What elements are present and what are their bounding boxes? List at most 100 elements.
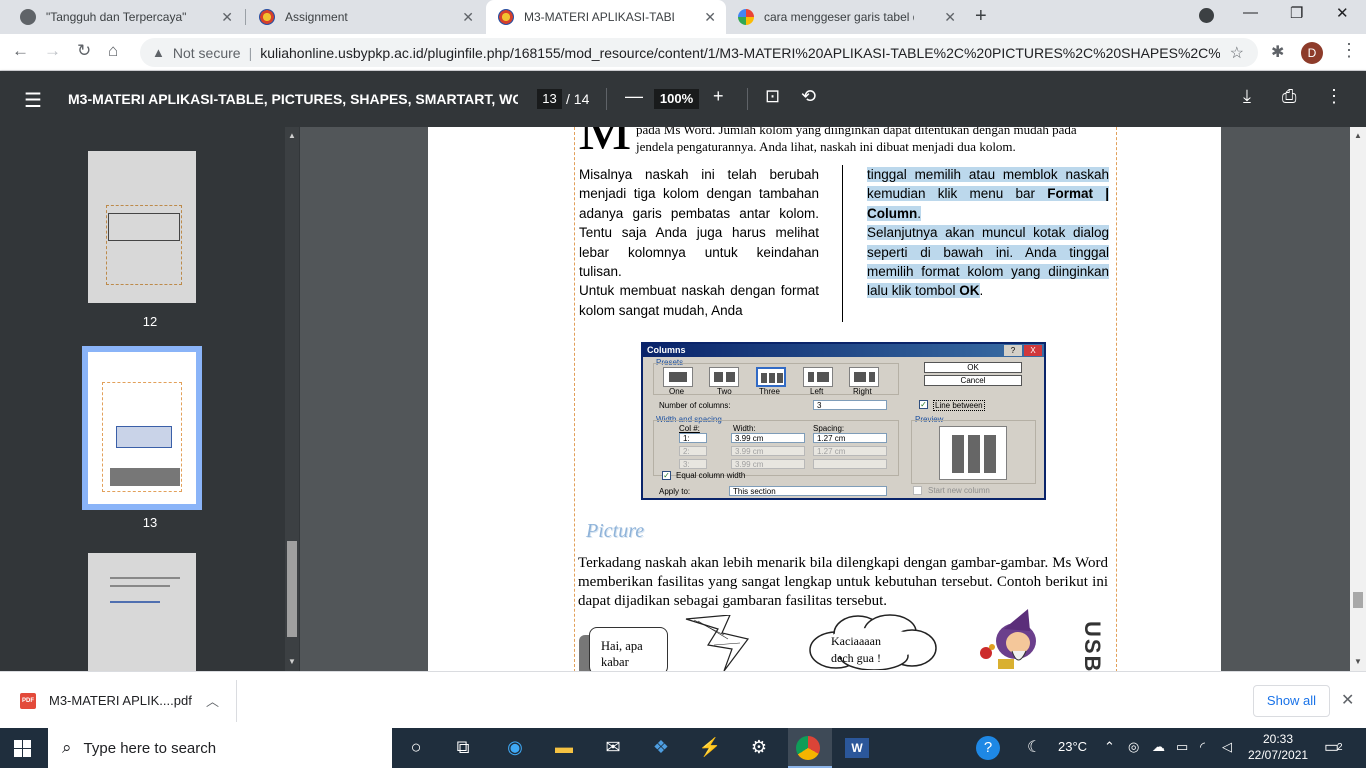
- chevron-up-icon[interactable]: ︿: [206, 691, 219, 710]
- cortana-icon[interactable]: ○: [403, 737, 429, 758]
- page-scrollbar-thumb[interactable]: [1353, 592, 1363, 608]
- spacing-header: Spacing:: [813, 424, 845, 433]
- forward-icon[interactable]: →: [44, 41, 61, 61]
- column-divider: [842, 165, 843, 322]
- warning-icon[interactable]: ▲: [152, 45, 165, 60]
- apply-to-select: This section: [729, 486, 887, 496]
- start-new-column-label: Start new column: [928, 486, 990, 495]
- taskbar-search[interactable]: ⌕ Type here to search: [48, 728, 392, 768]
- picture-paragraph: Terkadang naskah akan lebih menarik bila…: [578, 555, 1108, 609]
- columns-dialog-image: Columns ? X Presets One Two Three Left R…: [641, 342, 1046, 500]
- show-all-button[interactable]: Show all: [1253, 685, 1330, 717]
- sidebar-scrollbar-thumb[interactable]: [287, 541, 297, 637]
- print-icon[interactable]: ⎙: [1282, 86, 1296, 107]
- file-explorer-icon[interactable]: ▬: [551, 737, 577, 758]
- home-icon[interactable]: ⌂: [108, 41, 118, 61]
- preset-label: Three: [759, 387, 780, 396]
- num-columns-label: Number of columns:: [659, 401, 731, 410]
- page-number-input[interactable]: 13: [537, 89, 562, 109]
- download-item[interactable]: M3-MATERI APLIK....pdf: [49, 693, 192, 708]
- thumbnail-page-13[interactable]: [88, 352, 196, 504]
- spacing-field: 1.27 cm: [813, 446, 887, 456]
- zoom-out-icon[interactable]: —: [625, 86, 643, 107]
- bookmark-star-icon[interactable]: ☆: [1230, 43, 1244, 63]
- menu-icon[interactable]: ☰: [24, 88, 42, 113]
- meet-now-icon[interactable]: ◎: [1128, 739, 1139, 755]
- width-field: 3.99 cm: [731, 446, 805, 456]
- cloud-text: Kaciaaaan dech gua !: [831, 633, 897, 667]
- close-icon[interactable]: ✕: [221, 9, 233, 26]
- preset-two: [709, 367, 739, 387]
- col-number: 1:: [679, 433, 707, 443]
- new-tab-button[interactable]: +: [975, 5, 987, 28]
- tab-title: Assignment: [285, 10, 348, 24]
- minimize-icon[interactable]: —: [1243, 4, 1258, 21]
- windows-start-icon[interactable]: [14, 740, 31, 757]
- close-icon[interactable]: ✕: [1341, 690, 1354, 710]
- scroll-down-icon[interactable]: ▼: [1354, 657, 1362, 666]
- taskbar-clock[interactable]: 20:33 22/07/2021: [1248, 731, 1308, 763]
- start-new-column-checkbox: [913, 486, 922, 495]
- reload-icon[interactable]: ↻: [77, 41, 91, 61]
- page-scrollbar[interactable]: [1350, 127, 1366, 671]
- restore-icon[interactable]: ❐: [1290, 4, 1303, 22]
- security-label[interactable]: Not secure: [173, 45, 241, 61]
- scroll-up-icon[interactable]: ▲: [288, 131, 296, 140]
- globe-icon: [20, 9, 36, 25]
- zoom-in-icon[interactable]: +: [713, 86, 724, 107]
- wizard-clipart: [980, 609, 1036, 669]
- tab-tangguh[interactable]: "Tangguh dan Terpercaya" ✕: [8, 0, 243, 34]
- tab-assignment[interactable]: Assignment ✕: [247, 0, 484, 34]
- edge-icon[interactable]: ◉: [502, 737, 528, 758]
- more-actions-icon[interactable]: ⋮: [1325, 86, 1343, 107]
- thumbnail-images: [110, 468, 180, 486]
- avatar[interactable]: D: [1301, 42, 1323, 64]
- back-icon[interactable]: ←: [12, 41, 29, 61]
- tab-search-icon[interactable]: [1199, 8, 1214, 23]
- fit-page-icon[interactable]: ⊡: [765, 86, 780, 107]
- close-icon[interactable]: ✕: [944, 9, 956, 26]
- scroll-down-icon[interactable]: ▼: [288, 657, 296, 666]
- weather-icon[interactable]: ☾: [1027, 737, 1041, 757]
- url-text[interactable]: kuliahonline.usbypkp.ac.id/pluginfile.ph…: [260, 45, 1220, 61]
- tab-m3-materi[interactable]: M3-MATERI APLIKASI-TABLE, PIC ✕: [486, 0, 726, 34]
- network-warning-icon[interactable]: ☁: [1152, 739, 1165, 755]
- apply-to-label: Apply to:: [659, 487, 691, 496]
- close-icon[interactable]: ✕: [462, 9, 474, 26]
- download-shelf: PDF M3-MATERI APLIK....pdf ︿ Show all ✕: [0, 671, 1366, 728]
- tab-google-search[interactable]: cara menggeser garis tabel di wo ✕: [726, 0, 966, 34]
- thumbnail-page-14[interactable]: [88, 553, 196, 671]
- thumbnail-table: [108, 213, 180, 241]
- close-icon: X: [1024, 345, 1042, 356]
- app-icon[interactable]: ⚡: [697, 737, 723, 758]
- volume-icon[interactable]: ◁: [1222, 739, 1232, 755]
- close-window-icon[interactable]: ✕: [1336, 4, 1349, 22]
- help-icon[interactable]: ?: [976, 736, 1000, 760]
- google-icon: [738, 9, 754, 25]
- browser-menu-icon[interactable]: ⋮: [1340, 40, 1358, 61]
- download-icon[interactable]: ⤓: [1243, 86, 1251, 107]
- preview-columns: [952, 435, 996, 473]
- rotate-icon[interactable]: ⟲: [801, 86, 816, 107]
- settings-gear-icon[interactable]: ⚙: [746, 737, 772, 758]
- address-bar[interactable]: ▲ Not secure | kuliahonline.usbypkp.ac.i…: [140, 38, 1258, 67]
- task-view-icon[interactable]: ⧉: [450, 737, 476, 758]
- extensions-icon[interactable]: ✱: [1271, 42, 1284, 62]
- wifi-icon[interactable]: ◜: [1200, 739, 1205, 755]
- chrome-icon[interactable]: [796, 736, 820, 760]
- preset-one: [663, 367, 693, 387]
- chevron-up-icon[interactable]: ⌃: [1104, 739, 1115, 755]
- dropbox-icon[interactable]: ❖: [648, 737, 674, 758]
- mail-icon[interactable]: ✉: [600, 737, 626, 758]
- thumbnail-page-12[interactable]: [88, 151, 196, 303]
- weather-temperature[interactable]: 23°C: [1058, 739, 1087, 754]
- word-icon[interactable]: W: [845, 738, 869, 758]
- equal-width-checkbox: ✓: [662, 471, 671, 480]
- zoom-input[interactable]: 100%: [654, 89, 699, 109]
- battery-icon[interactable]: ▭: [1176, 739, 1188, 755]
- preview-box: [939, 426, 1007, 480]
- divider: [236, 680, 237, 722]
- close-icon[interactable]: ✕: [704, 9, 716, 26]
- scroll-up-icon[interactable]: ▲: [1354, 131, 1362, 140]
- thumbnail-label: 12: [142, 314, 158, 329]
